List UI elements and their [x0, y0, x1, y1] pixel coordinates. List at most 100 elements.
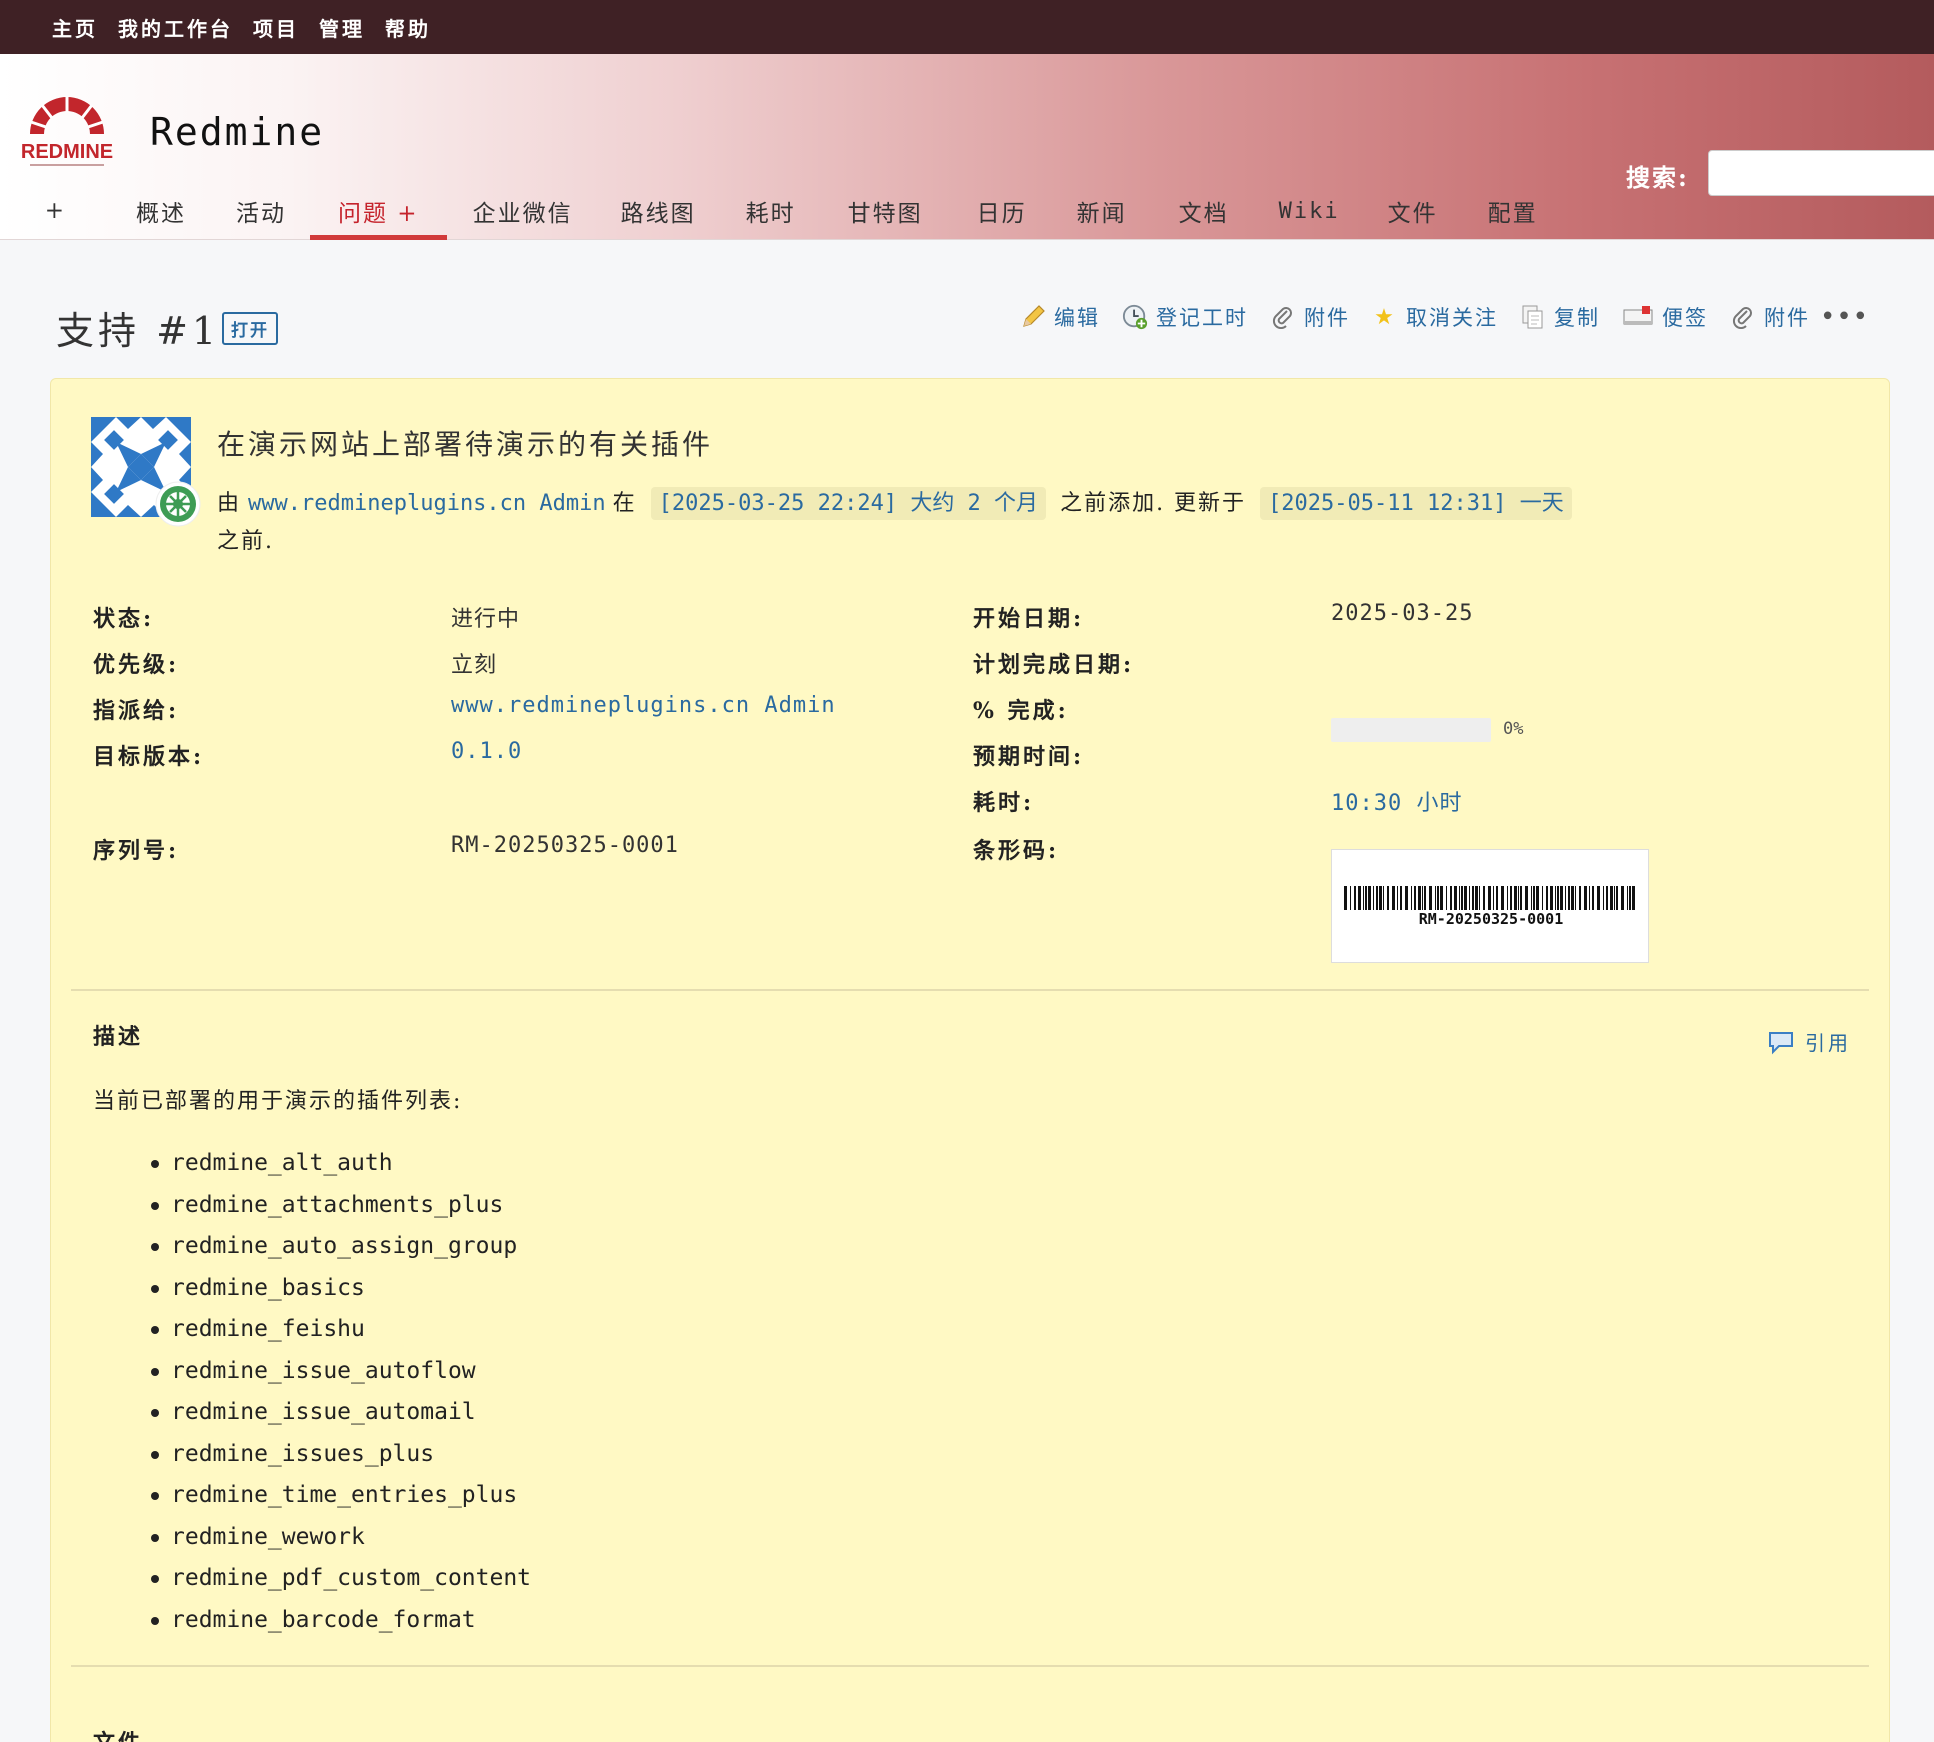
- top-menu-home[interactable]: 主页: [52, 13, 98, 42]
- barcode-bar: [1354, 886, 1356, 910]
- estimated-label: 预期时间:: [973, 744, 1085, 770]
- barcode-bar: [1488, 886, 1491, 910]
- barcode-bar: [1418, 886, 1421, 910]
- status-label: 状态:: [93, 606, 155, 632]
- top-menu-help[interactable]: 帮助: [385, 13, 431, 42]
- top-menu-projects[interactable]: 项目: [253, 13, 299, 42]
- tab-documents[interactable]: 文档: [1179, 182, 1229, 240]
- barcode-bar: [1475, 886, 1478, 910]
- log-time-button[interactable]: 登记工时: [1122, 302, 1248, 332]
- issue-subject: 在演示网站上部署待演示的有关插件: [217, 428, 714, 461]
- tab-settings[interactable]: 配置: [1488, 182, 1538, 240]
- redmine-logo[interactable]: REDMINE: [20, 88, 114, 172]
- barcode-bar: [1568, 886, 1570, 910]
- due-date-label: 计划完成日期:: [973, 652, 1135, 678]
- more-actions-icon[interactable]: •••: [1820, 302, 1869, 332]
- assigned-to-link[interactable]: www.redmineplugins.cn Admin: [451, 693, 836, 718]
- tab-wework[interactable]: 企业微信: [473, 182, 573, 240]
- copy-icon: [1520, 304, 1546, 330]
- list-item: redmine_wework: [150, 1517, 531, 1559]
- tab-calendar[interactable]: 日历: [977, 182, 1027, 240]
- pencil-icon: [1020, 304, 1046, 330]
- barcode-bar: [1440, 886, 1443, 910]
- barcode-bar: [1469, 886, 1470, 910]
- updated-date-link[interactable]: [2025-05-11 12:31] 一天: [1260, 487, 1572, 520]
- barcode-bar: [1387, 886, 1389, 910]
- tab-news[interactable]: 新闻: [1077, 182, 1127, 240]
- issue-details: 在演示网站上部署待演示的有关插件 由 www.redmineplugins.cn…: [50, 378, 1890, 1742]
- edit-button[interactable]: 编辑: [1020, 302, 1100, 332]
- barcode-bar: [1496, 886, 1498, 910]
- barcode-bar: [1592, 886, 1594, 910]
- barcode-bar: [1358, 886, 1361, 910]
- author-link[interactable]: www.redmineplugins.cn Admin: [248, 491, 606, 516]
- barcode-bar: [1397, 886, 1398, 910]
- user-badge-icon: [155, 481, 201, 527]
- list-item: redmine_issue_autoflow: [150, 1351, 531, 1393]
- target-version-label: 目标版本:: [93, 744, 205, 770]
- serial-no-label: 序列号:: [93, 838, 180, 864]
- attach-button-2[interactable]: 附件: [1730, 302, 1810, 332]
- barcode-bar: [1550, 886, 1553, 910]
- tab-roadmap[interactable]: 路线图: [621, 182, 696, 240]
- barcode-bar: [1610, 886, 1613, 910]
- quote-button[interactable]: 引用: [1767, 1027, 1851, 1056]
- files-title: 文件: [93, 1725, 143, 1742]
- barcode-bar: [1392, 886, 1395, 910]
- divider: [71, 1665, 1869, 1667]
- tab-overview[interactable]: 概述: [136, 182, 186, 240]
- barcode-bar: [1363, 886, 1364, 910]
- barcode-bar: [1472, 886, 1474, 910]
- serial-no-value: RM-20250325-0001: [451, 833, 679, 858]
- list-item: redmine_barcode_format: [150, 1600, 531, 1642]
- unwatch-button[interactable]: ★ 取消关注: [1372, 302, 1498, 332]
- barcode-bar: [1383, 886, 1384, 910]
- spent-time-link[interactable]: 10:30 小时: [1331, 785, 1462, 817]
- sticky-note-button[interactable]: 便签: [1622, 302, 1708, 332]
- barcode-bar: [1603, 886, 1604, 910]
- tab-gantt[interactable]: 甘特图: [848, 182, 923, 240]
- barcode-bar: [1525, 886, 1528, 910]
- done-ratio-label: % 完成:: [973, 698, 1069, 724]
- description-intro: 当前已部署的用于演示的插件列表:: [93, 1089, 463, 1114]
- paperclip-icon: [1730, 304, 1756, 330]
- list-item: redmine_feishu: [150, 1309, 531, 1351]
- target-version-link[interactable]: 0.1.0: [451, 739, 522, 764]
- search-input[interactable]: [1708, 150, 1934, 196]
- barcode-bar: [1518, 886, 1519, 910]
- status-badge: 打开: [222, 312, 278, 345]
- priority-label: 优先级:: [93, 652, 180, 678]
- created-date-link[interactable]: [2025-03-25 22:24] 大约 2 个月: [650, 487, 1047, 520]
- barcode-bar: [1565, 886, 1566, 910]
- tab-time-entries[interactable]: 耗时: [746, 182, 796, 240]
- progress-bar: [1331, 718, 1491, 742]
- copy-button[interactable]: 复制: [1520, 302, 1600, 332]
- barcode-bar: [1536, 886, 1539, 910]
- barcode-bar: [1621, 886, 1624, 910]
- tab-issues[interactable]: 问题 +: [310, 182, 447, 240]
- tab-files[interactable]: 文件: [1388, 182, 1438, 240]
- list-item: redmine_pdf_custom_content: [150, 1558, 531, 1600]
- tab-wiki[interactable]: Wiki: [1279, 182, 1340, 240]
- barcode-bar: [1589, 886, 1590, 910]
- new-object-button[interactable]: +: [0, 182, 64, 240]
- barcode-bar: [1437, 886, 1439, 910]
- barcode-bar: [1627, 886, 1628, 910]
- barcode-bar: [1373, 886, 1374, 910]
- list-item: redmine_auto_assign_group: [150, 1226, 531, 1268]
- barcode-bar: [1414, 886, 1416, 910]
- top-menu: 主页 我的工作台 项目 管理 帮助: [0, 0, 1934, 54]
- barcode-bar: [1560, 886, 1563, 910]
- barcode-bar: [1379, 886, 1382, 910]
- tab-activity[interactable]: 活动: [236, 182, 286, 240]
- barcode-bar: [1542, 886, 1543, 910]
- contextual-actions: 编辑 登记工时 附件 ★ 取消关注 复制 便签 附件 •••: [1020, 302, 1869, 332]
- top-menu-my-page[interactable]: 我的工作台: [118, 13, 233, 42]
- paperclip-icon: [1270, 304, 1296, 330]
- barcode-bar: [1368, 886, 1371, 910]
- list-item: redmine_time_entries_plus: [150, 1475, 531, 1517]
- barcode-bar: [1584, 886, 1587, 910]
- top-menu-admin[interactable]: 管理: [319, 13, 365, 42]
- attach-button[interactable]: 附件: [1270, 302, 1350, 332]
- list-item: redmine_issue_automail: [150, 1392, 531, 1434]
